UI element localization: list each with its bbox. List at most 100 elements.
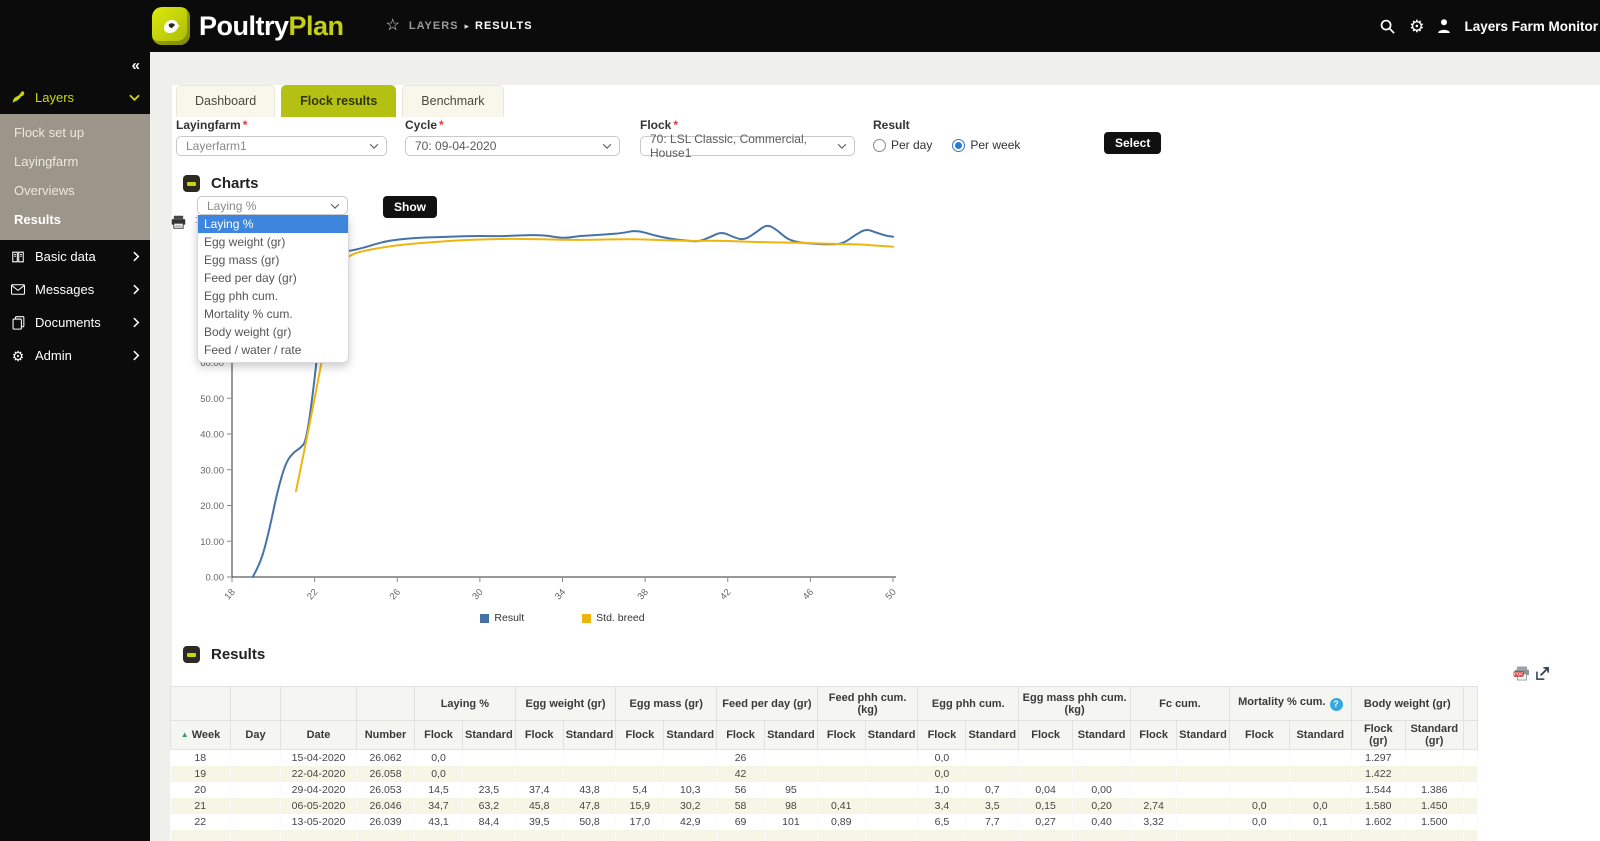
column-header-flock-4[interactable]: Flock <box>414 720 463 750</box>
table-cell <box>865 830 918 841</box>
column-header-flock-18[interactable]: Flock <box>1130 720 1178 750</box>
column-header-flock-16[interactable]: Flock <box>1018 720 1074 750</box>
column-header-standard-21[interactable]: Standard <box>1288 720 1352 750</box>
table-cell <box>1073 750 1131 767</box>
sidebar-item-results[interactable]: Results <box>0 205 150 234</box>
table-cell-filler <box>1463 750 1477 767</box>
svg-text:30.00: 30.00 <box>200 465 224 476</box>
legend-item-result[interactable]: Result <box>480 612 524 624</box>
required-asterisk: * <box>439 118 444 132</box>
gear-icon[interactable]: ⚙ <box>1409 18 1424 35</box>
sidebar-item-layingfarm[interactable]: Layingfarm <box>0 147 150 176</box>
sidebar-item-basic-data[interactable]: Basic data <box>0 240 150 273</box>
export-icon[interactable] <box>1536 667 1549 685</box>
table-cell: 0,1 <box>1289 814 1351 830</box>
table-row-week-19: 19 22-04-2020 26.058 0,0 42 0,0 1.422 <box>170 766 1478 782</box>
column-header-flock-20[interactable]: Flock <box>1228 720 1290 750</box>
table-cell: 0,40 <box>1073 814 1131 830</box>
column-header-standard-5[interactable]: Standard <box>462 720 516 750</box>
tab-benchmark[interactable]: Benchmark <box>402 85 504 117</box>
chevron-right-icon <box>133 251 140 262</box>
dropdown-option-body-weight-gr[interactable]: Body weight (gr) <box>198 323 348 341</box>
radio-per-day[interactable]: Per day <box>873 138 932 152</box>
tab-flock-results[interactable]: Flock results <box>281 85 397 117</box>
search-icon[interactable] <box>1379 18 1396 35</box>
layingfarm-select[interactable]: Layerfarm1 <box>176 136 387 156</box>
user-menu[interactable]: Layers Farm Monitor <box>1464 19 1598 34</box>
table-cell <box>462 830 516 841</box>
table-cell: 1.602 <box>1351 814 1405 830</box>
table-cell <box>230 766 281 782</box>
column-header-number-3[interactable]: Number <box>356 720 415 750</box>
table-cell <box>231 782 281 798</box>
column-header-standard-11[interactable]: Standard <box>764 720 818 750</box>
column-header-standard-9[interactable]: Standard <box>663 720 718 750</box>
column-header-day-1[interactable]: Day <box>230 720 281 750</box>
dropdown-option-feed-water-rate[interactable]: Feed / water / rate <box>198 341 348 359</box>
breadcrumb-section[interactable]: LAYERS <box>409 20 459 32</box>
column-header-standard-15[interactable]: Standard <box>965 720 1020 750</box>
dropdown-option-feed-per-day-gr[interactable]: Feed per day (gr) <box>198 269 348 287</box>
radio-per-week[interactable]: Per week <box>952 138 1020 152</box>
select-button[interactable]: Select <box>1104 132 1162 154</box>
sidebar-item-flock-set-up[interactable]: Flock set up <box>0 118 150 147</box>
results-section-header: Results <box>183 646 265 663</box>
table-cell <box>716 830 765 841</box>
legend-item-std-breed[interactable]: Std. breed <box>582 612 645 624</box>
sidebar-collapse-icon[interactable]: « <box>132 57 140 74</box>
column-header-standard-gr-23[interactable]: Standard (gr) <box>1404 720 1464 750</box>
column-header-week-0[interactable]: ▲ Week <box>170 720 231 750</box>
dropdown-option-egg-phh-cum[interactable]: Egg phh cum. <box>198 287 348 305</box>
table-cell: 21 <box>170 798 231 814</box>
column-header-flock-8[interactable]: Flock <box>615 720 665 750</box>
group-header-feed-per-day-gr: Feed per day (gr) <box>716 686 818 721</box>
column-header-standard-17[interactable]: Standard <box>1072 720 1132 750</box>
chart-legend: Result Std. breed <box>232 612 893 624</box>
flock-select[interactable]: 70: LSL Classic, Commercial, House1 <box>640 132 855 160</box>
table-cell <box>1072 830 1131 841</box>
person-icon[interactable] <box>1437 18 1451 34</box>
group-header-laying: Laying % <box>414 686 516 721</box>
help-icon[interactable]: ? <box>1329 697 1343 711</box>
column-header-standard-19[interactable]: Standard <box>1176 720 1230 750</box>
star-icon[interactable]: ☆ <box>386 18 400 34</box>
table-cell: 84,4 <box>463 814 516 830</box>
column-header-flock-10[interactable]: Flock <box>716 720 766 750</box>
column-header-filler <box>1462 720 1478 750</box>
dropdown-option-egg-weight-gr[interactable]: Egg weight (gr) <box>198 233 348 251</box>
sidebar-submenu: Flock set up Layingfarm Overviews Results <box>0 114 150 240</box>
dropdown-option-mortality-cum[interactable]: Mortality % cum. <box>198 305 348 323</box>
sidebar-item-documents[interactable]: Documents <box>0 306 150 339</box>
sidebar-item-layers[interactable]: Layers <box>0 81 150 114</box>
table-cell: 50,8 <box>563 814 616 830</box>
legend-marker <box>582 613 592 623</box>
column-header-flock-gr-22[interactable]: Flock (gr) <box>1350 720 1406 750</box>
column-header-standard-13[interactable]: Standard <box>864 720 919 750</box>
poultryplan-logo-icon[interactable] <box>152 7 190 45</box>
dropdown-option-egg-mass-gr[interactable]: Egg mass (gr) <box>198 251 348 269</box>
table-cell <box>765 750 818 767</box>
pdf-print-icon[interactable]: PDF <box>1513 666 1531 686</box>
charts-section-title: Charts <box>211 175 259 192</box>
chart-metric-select[interactable]: Laying % <box>197 196 348 215</box>
column-header-flock-14[interactable]: Flock <box>917 720 967 750</box>
legend-label: Std. breed <box>596 612 645 624</box>
table-cell: 0,0 <box>414 766 463 782</box>
table-cell: 0,41 <box>817 798 866 814</box>
tab-dashboard[interactable]: Dashboard <box>176 85 276 117</box>
sidebar-item-messages[interactable]: Messages <box>0 273 150 306</box>
column-header-flock-12[interactable]: Flock <box>816 720 866 750</box>
sidebar-item-admin[interactable]: ⚙ Admin <box>0 339 150 372</box>
column-header-flock-6[interactable]: Flock <box>514 720 564 750</box>
sidebar-item-overviews[interactable]: Overviews <box>0 176 150 205</box>
table-cell <box>1229 782 1289 798</box>
table-cell <box>865 766 918 782</box>
table-cell <box>865 814 918 830</box>
table-cell <box>1018 830 1073 841</box>
sidebar-item-label: Layers <box>35 90 75 105</box>
column-header-standard-7[interactable]: Standard <box>562 720 617 750</box>
dropdown-option-laying[interactable]: Laying % <box>198 215 348 233</box>
cycle-select[interactable]: 70: 09-04-2020 <box>405 136 620 156</box>
column-header-date-2[interactable]: Date <box>280 720 357 750</box>
table-cell <box>817 766 866 782</box>
